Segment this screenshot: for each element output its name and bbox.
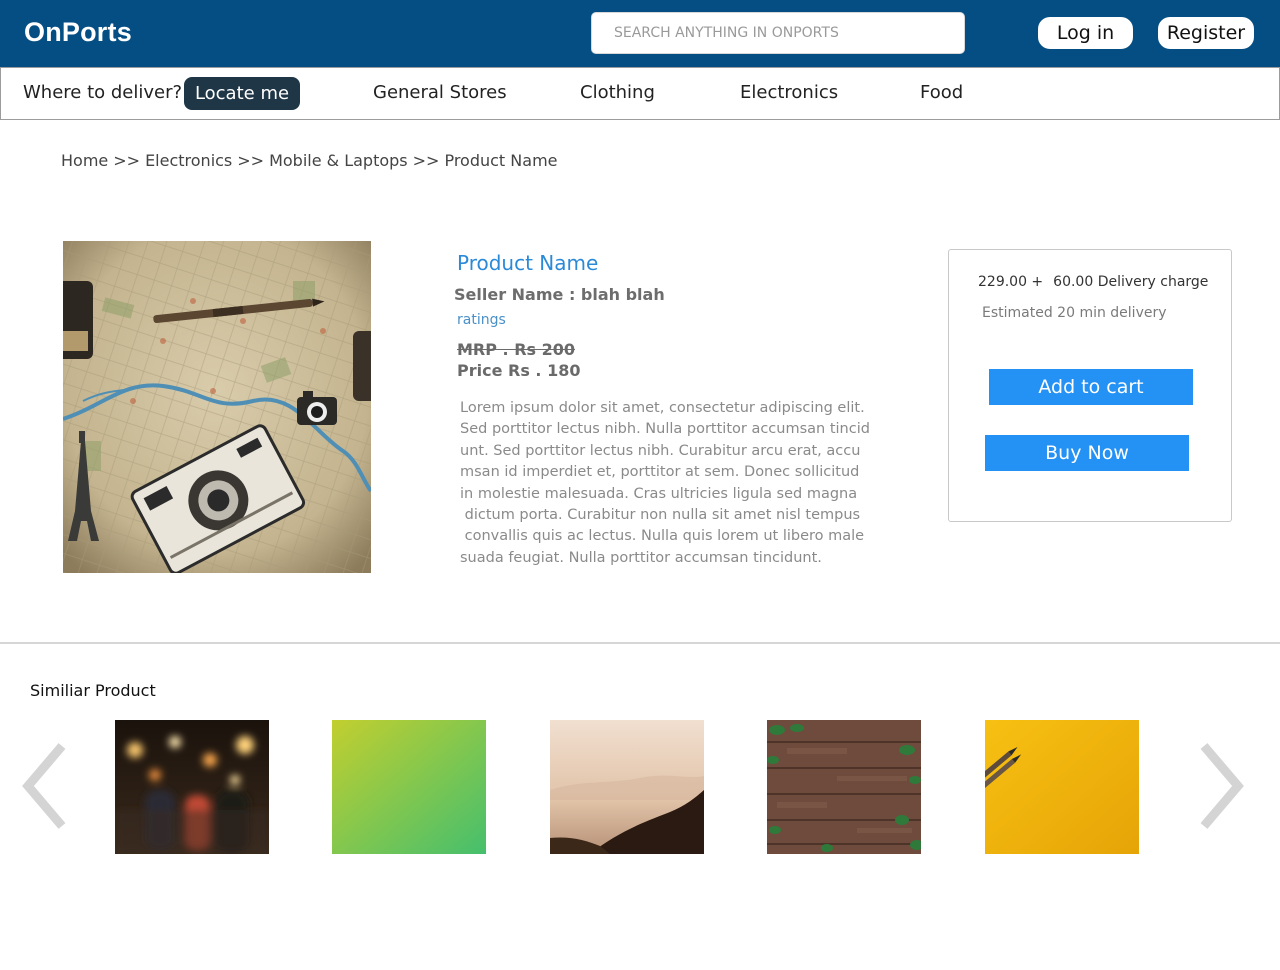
deliver-label: Where to deliver? bbox=[23, 82, 183, 103]
section-divider bbox=[0, 642, 1280, 644]
breadcrumb-mobile-laptops[interactable]: Mobile & Laptops bbox=[269, 151, 408, 170]
login-button[interactable]: Log in bbox=[1036, 15, 1135, 51]
breadcrumb-separator: >> bbox=[237, 151, 265, 170]
similar-product-thumbnail-bokeh[interactable] bbox=[115, 720, 269, 854]
description-line: unt. Sed porttitor lectus nibh. Curabitu… bbox=[460, 442, 861, 459]
cost-summary: 229.00 + 60.00 Delivery charge bbox=[978, 274, 1208, 290]
nav-item-electronics[interactable]: Electronics bbox=[740, 82, 838, 103]
similar-product-thumbnail-wood[interactable] bbox=[767, 720, 921, 854]
description-line: msan id imperdiet et, porttitor at sem. … bbox=[460, 464, 860, 481]
category-nav: Where to deliver? Locate me General Stor… bbox=[0, 67, 1280, 120]
nav-item-food[interactable]: Food bbox=[920, 82, 963, 103]
search-input[interactable] bbox=[591, 12, 965, 54]
description-line: convallis quis ac lectus. Nulla quis lor… bbox=[460, 528, 865, 545]
mrp-price: MRP . Rs 200 bbox=[457, 340, 575, 359]
breadcrumb-electronics[interactable]: Electronics bbox=[145, 151, 232, 170]
breadcrumb-separator: >> bbox=[113, 151, 141, 170]
seller-name: Seller Name : blah blah bbox=[454, 285, 665, 304]
product-description: Lorem ipsum dolor sit amet, consectetur … bbox=[460, 398, 872, 569]
breadcrumb-product-name: Product Name bbox=[444, 151, 558, 170]
breadcrumb-separator: >> bbox=[412, 151, 440, 170]
add-to-cart-button[interactable]: Add to cart bbox=[989, 369, 1193, 405]
breadcrumb: Home >> Electronics >> Mobile & Laptops … bbox=[61, 151, 558, 170]
description-line: in molestie malesuada. Cras ultricies li… bbox=[460, 485, 858, 502]
delivery-charge: 60.00 Delivery charge bbox=[1053, 274, 1209, 290]
sale-price: Price Rs . 180 bbox=[457, 361, 581, 380]
locate-me-button[interactable]: Locate me bbox=[184, 77, 300, 110]
buy-now-button[interactable]: Buy Now bbox=[985, 435, 1189, 471]
purchase-panel: 229.00 + 60.00 Delivery charge Estimated … bbox=[948, 249, 1232, 522]
product-image bbox=[63, 241, 371, 573]
register-button[interactable]: Register bbox=[1156, 15, 1256, 51]
similar-product-thumbnail-pencils[interactable] bbox=[985, 720, 1139, 854]
product-title: Product Name bbox=[457, 251, 599, 275]
description-line: Sed porttitor lectus nibh. Nulla porttit… bbox=[460, 421, 870, 438]
carousel-next-arrow-icon[interactable] bbox=[1196, 740, 1246, 832]
ratings-link[interactable]: ratings bbox=[457, 312, 506, 328]
delivery-estimate: Estimated 20 min delivery bbox=[982, 305, 1167, 321]
carousel-prev-arrow-icon[interactable] bbox=[20, 740, 70, 832]
description-line: dictum porta. Curabitur non nulla sit am… bbox=[460, 507, 861, 524]
item-amount: 229.00 + bbox=[978, 274, 1044, 290]
description-line: suada feugiat. Nulla porttitor accumsan … bbox=[460, 549, 822, 566]
description-line: Lorem ipsum dolor sit amet, consectetur … bbox=[460, 400, 865, 416]
similar-products-heading: Similiar Product bbox=[30, 681, 156, 700]
nav-item-clothing[interactable]: Clothing bbox=[580, 82, 655, 103]
nav-item-general-stores[interactable]: General Stores bbox=[373, 82, 507, 103]
breadcrumb-home[interactable]: Home bbox=[61, 151, 108, 170]
similar-product-thumbnail-hills[interactable] bbox=[550, 720, 704, 854]
similar-product-thumbnail-gradient[interactable] bbox=[332, 720, 486, 854]
top-header: OnPorts Log in Register bbox=[0, 0, 1280, 67]
brand-logo[interactable]: OnPorts bbox=[24, 17, 132, 48]
